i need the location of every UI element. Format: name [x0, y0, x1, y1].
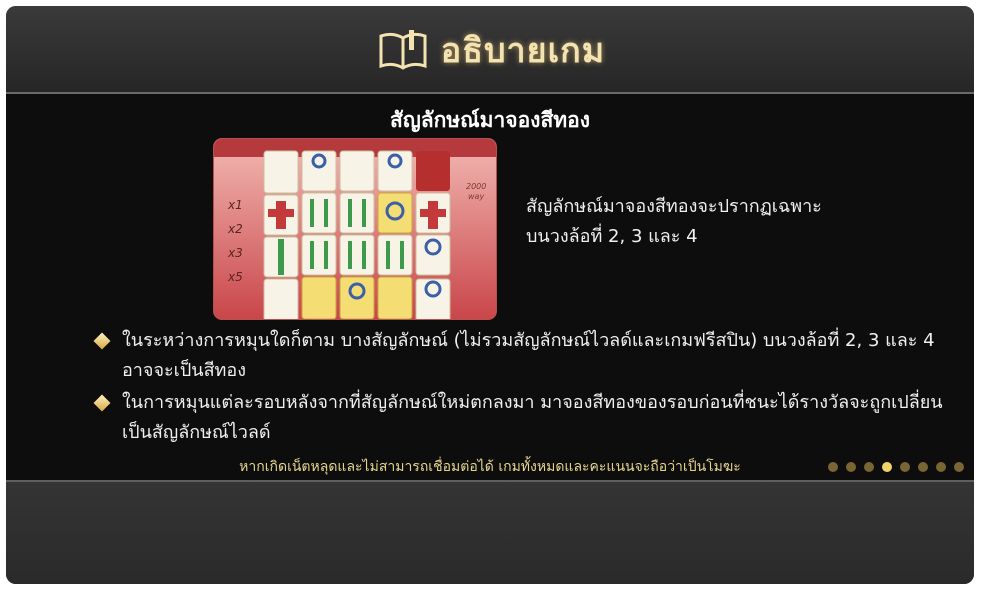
ways-label: way [468, 192, 484, 201]
diamond-bullet-icon [93, 332, 111, 350]
multiplier-x3: x3 [227, 246, 243, 260]
ways-count: 2000 [466, 182, 486, 191]
page-dot[interactable] [918, 462, 928, 472]
page-title: อธิบายเกม [440, 31, 606, 71]
multiplier-x1: x1 [227, 198, 243, 212]
rule-text: ในระหว่างการหมุนใดก็ตาม บางสัญลักษณ์ (ไม… [122, 330, 935, 381]
page-dot[interactable] [864, 462, 874, 472]
page-dot-active[interactable] [882, 462, 892, 472]
page-dot[interactable] [900, 462, 910, 472]
description-line-1: สัญลักษณ์มาจองสีทองจะปรากฏเฉพาะ [526, 196, 822, 217]
content-area: สัญลักษณ์มาจองสีทอง x1 x2 x3 x5 2000 way… [6, 94, 974, 480]
symbol-preview-image: x1 x2 x3 x5 2000 way [214, 139, 496, 319]
header: อธิบายเกม [6, 6, 974, 94]
reel-illustration: x1 x2 x3 x5 2000 way [214, 139, 496, 319]
page-dot[interactable] [954, 462, 964, 472]
rules-list: ในระหว่างการหมุนใดก็ตาม บางสัญลักษณ์ (ไม… [92, 326, 952, 450]
title-wrap: อธิบายเกม [6, 24, 974, 76]
description-line-2: บนวงล้อที่ 2, 3 และ 4 [526, 226, 698, 247]
page-dot[interactable] [936, 462, 946, 472]
page-dot[interactable] [846, 462, 856, 472]
multiplier-x5: x5 [227, 270, 243, 284]
bottom-bar [6, 480, 974, 584]
page-indicator [828, 462, 964, 472]
symbol-description: สัญลักษณ์มาจองสีทองจะปรากฏเฉพาะ บนวงล้อท… [526, 192, 866, 252]
rule-item: ในการหมุนแต่ละรอบหลังจากที่สัญลักษณ์ใหม่… [92, 388, 952, 448]
rule-item: ในระหว่างการหมุนใดก็ตาม บางสัญลักษณ์ (ไม… [92, 326, 952, 386]
page-dot[interactable] [828, 462, 838, 472]
rule-text: ในการหมุนแต่ละรอบหลังจากที่สัญลักษณ์ใหม่… [122, 392, 943, 443]
open-book-icon [379, 30, 427, 70]
tile-grid [263, 150, 451, 319]
game-info-panel: อธิบายเกม สัญลักษณ์มาจองสีทอง x1 x2 x3 x… [6, 6, 974, 584]
section-title: สัญลักษณ์มาจองสีทอง [390, 108, 590, 132]
multiplier-x2: x2 [227, 222, 243, 236]
diamond-bullet-icon [93, 394, 111, 412]
